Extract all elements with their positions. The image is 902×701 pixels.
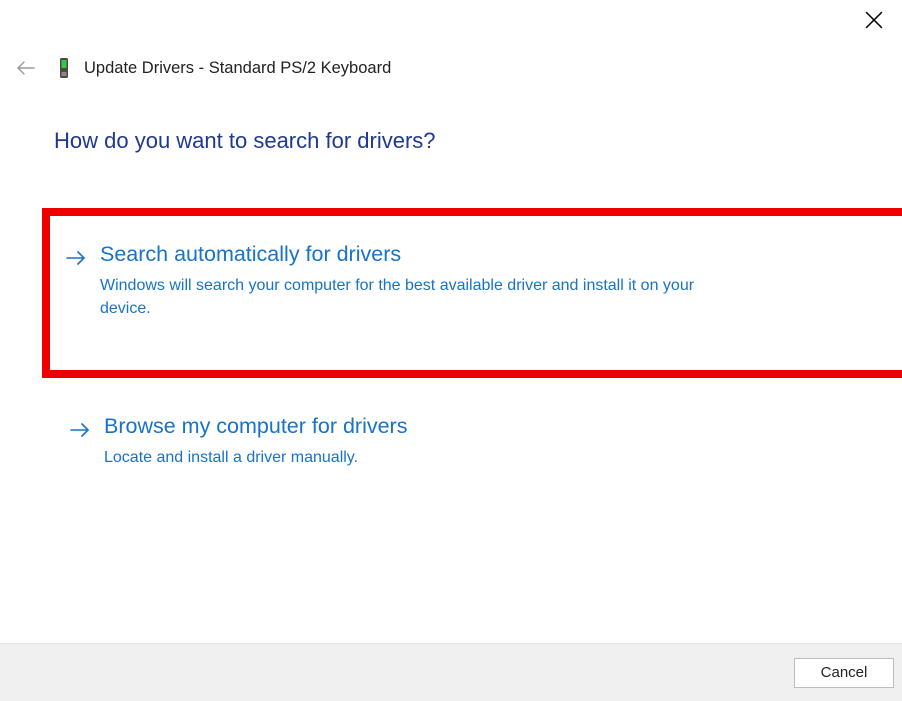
device-icon <box>56 56 72 80</box>
header-row: Update Drivers - Standard PS/2 Keyboard <box>16 56 886 80</box>
close-icon <box>865 11 883 29</box>
cancel-button[interactable]: Cancel <box>794 658 894 688</box>
page-heading: How do you want to search for drivers? <box>54 128 848 154</box>
arrow-left-icon <box>17 61 35 75</box>
option-text: Browse my computer for drivers Locate an… <box>104 414 407 469</box>
option-browse-computer[interactable]: Browse my computer for drivers Locate an… <box>54 396 848 493</box>
option-search-automatically[interactable]: Search automatically for drivers Windows… <box>42 208 902 378</box>
option-title: Search automatically for drivers <box>100 242 720 268</box>
device-name: Standard PS/2 Keyboard <box>209 59 392 77</box>
window-title: Update Drivers - Standard PS/2 Keyboard <box>84 59 391 78</box>
content-area: How do you want to search for drivers? S… <box>54 128 848 513</box>
arrow-right-icon <box>66 246 86 270</box>
option-title: Browse my computer for drivers <box>104 414 407 440</box>
option-text: Search automatically for drivers Windows… <box>100 242 720 320</box>
back-button[interactable] <box>16 58 36 78</box>
close-button[interactable] <box>862 8 886 32</box>
title-prefix: Update Drivers <box>84 59 194 77</box>
arrow-right-icon <box>70 418 90 442</box>
option-description: Windows will search your computer for th… <box>100 274 720 320</box>
option-description: Locate and install a driver manually. <box>104 446 407 469</box>
footer-bar: Cancel <box>0 643 902 701</box>
